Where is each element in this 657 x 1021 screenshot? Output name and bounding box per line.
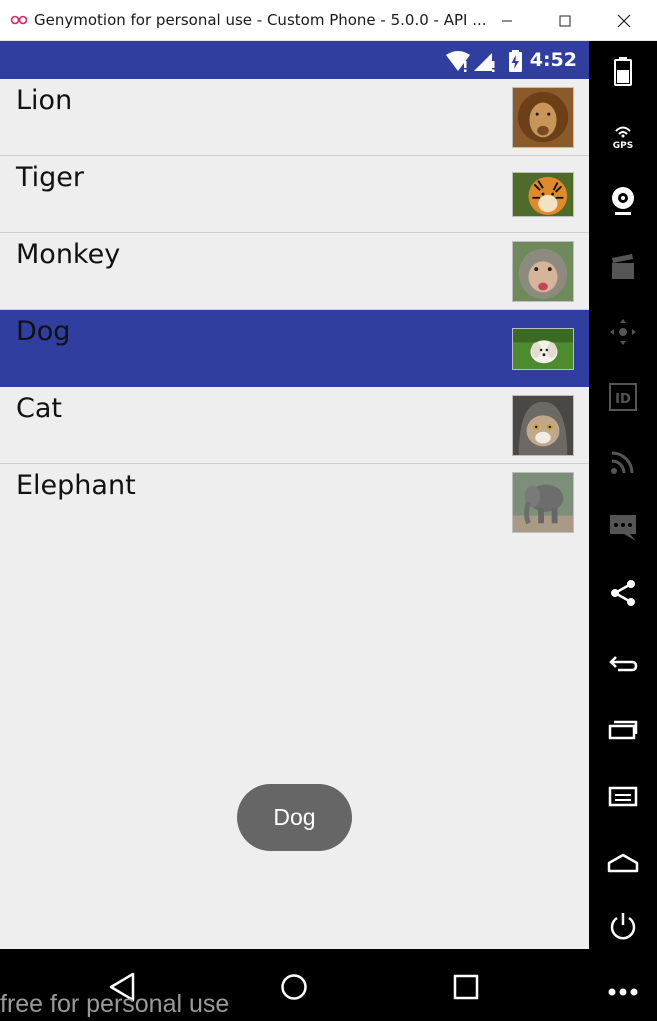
nav-home-button[interactable]	[274, 967, 314, 1007]
dpad-icon	[610, 319, 636, 345]
webcam-widget-button[interactable]	[589, 176, 657, 226]
list-item[interactable]: Dog	[0, 310, 589, 387]
maximize-button[interactable]	[536, 0, 594, 41]
list-item[interactable]: Elephant	[0, 464, 589, 541]
list-item-label: Monkey	[16, 239, 121, 270]
menu-icon	[608, 786, 638, 807]
maximize-icon	[559, 15, 571, 26]
gps-label: GPS	[613, 141, 633, 151]
watermark-text: free for personal use	[0, 990, 230, 1018]
genymotion-toolbar: GPS ID	[589, 41, 657, 1021]
gps-icon: GPS	[613, 126, 633, 151]
android-back-button[interactable]	[589, 639, 657, 689]
more-icon	[608, 988, 638, 996]
recent-apps-icon	[608, 720, 638, 740]
tiger-thumbnail	[512, 172, 574, 217]
device-id-widget-button[interactable]: ID	[589, 372, 657, 422]
battery-widget-button[interactable]	[589, 46, 657, 96]
list-item[interactable]: Tiger	[0, 156, 589, 233]
list-item-label: Dog	[16, 316, 71, 347]
status-bar: 4:52	[0, 41, 589, 79]
phone-screen: 4:52 Lion Tiger Monkey Dog Cat Elephant …	[0, 41, 589, 949]
genymotion-logo-icon	[10, 15, 28, 25]
nav-recents-button[interactable]	[446, 967, 486, 1007]
status-icons	[446, 50, 522, 72]
share-button[interactable]	[589, 568, 657, 618]
power-button[interactable]	[589, 901, 657, 951]
lion-thumbnail	[512, 87, 574, 148]
id-label: ID	[615, 392, 631, 407]
battery-charging-icon	[509, 50, 522, 72]
clapper-icon	[612, 254, 634, 279]
dpad-widget-button[interactable]	[589, 307, 657, 357]
close-icon	[617, 14, 631, 27]
status-time: 4:52	[529, 49, 577, 71]
screencast-widget-button[interactable]	[589, 242, 657, 292]
wifi-icon	[446, 51, 470, 72]
list-item[interactable]: Lion	[0, 79, 589, 156]
toast-message: Dog	[237, 784, 352, 851]
animal-list: Lion Tiger Monkey Dog Cat Elephant	[0, 79, 589, 541]
message-icon	[610, 515, 636, 541]
list-item-label: Elephant	[16, 470, 136, 501]
cat-thumbnail	[512, 395, 574, 456]
minimize-button[interactable]	[478, 0, 536, 41]
dog-thumbnail	[512, 328, 574, 370]
list-item-label: Tiger	[16, 162, 85, 193]
id-icon: ID	[609, 383, 637, 411]
android-recent-apps-button[interactable]	[589, 704, 657, 754]
cast-widget-button[interactable]	[589, 437, 657, 487]
close-button[interactable]	[595, 0, 653, 41]
window-titlebar: Genymotion for personal use - Custom Pho…	[0, 0, 657, 41]
list-item-label: Lion	[16, 85, 73, 116]
home-circle-icon	[281, 974, 307, 1000]
back-icon	[609, 656, 638, 672]
share-icon	[611, 580, 635, 606]
signal-icon	[474, 53, 495, 72]
power-icon	[610, 913, 636, 940]
minimize-icon	[502, 20, 512, 21]
monkey-thumbnail	[512, 241, 574, 302]
battery-icon	[614, 57, 632, 86]
android-home-button[interactable]	[589, 837, 657, 887]
elephant-thumbnail	[512, 472, 574, 533]
android-menu-button[interactable]	[589, 771, 657, 821]
home-icon	[607, 853, 639, 873]
list-item[interactable]: Cat	[0, 387, 589, 464]
list-item[interactable]: Monkey	[0, 233, 589, 310]
more-options-button[interactable]	[589, 967, 657, 1017]
recents-square-icon	[453, 974, 479, 1000]
sms-widget-button[interactable]	[589, 502, 657, 552]
cast-icon	[611, 451, 634, 474]
gps-widget-button[interactable]: GPS	[589, 111, 657, 161]
list-item-label: Cat	[16, 393, 62, 424]
window-title: Genymotion for personal use - Custom Pho…	[34, 11, 487, 29]
webcam-icon	[612, 187, 634, 215]
